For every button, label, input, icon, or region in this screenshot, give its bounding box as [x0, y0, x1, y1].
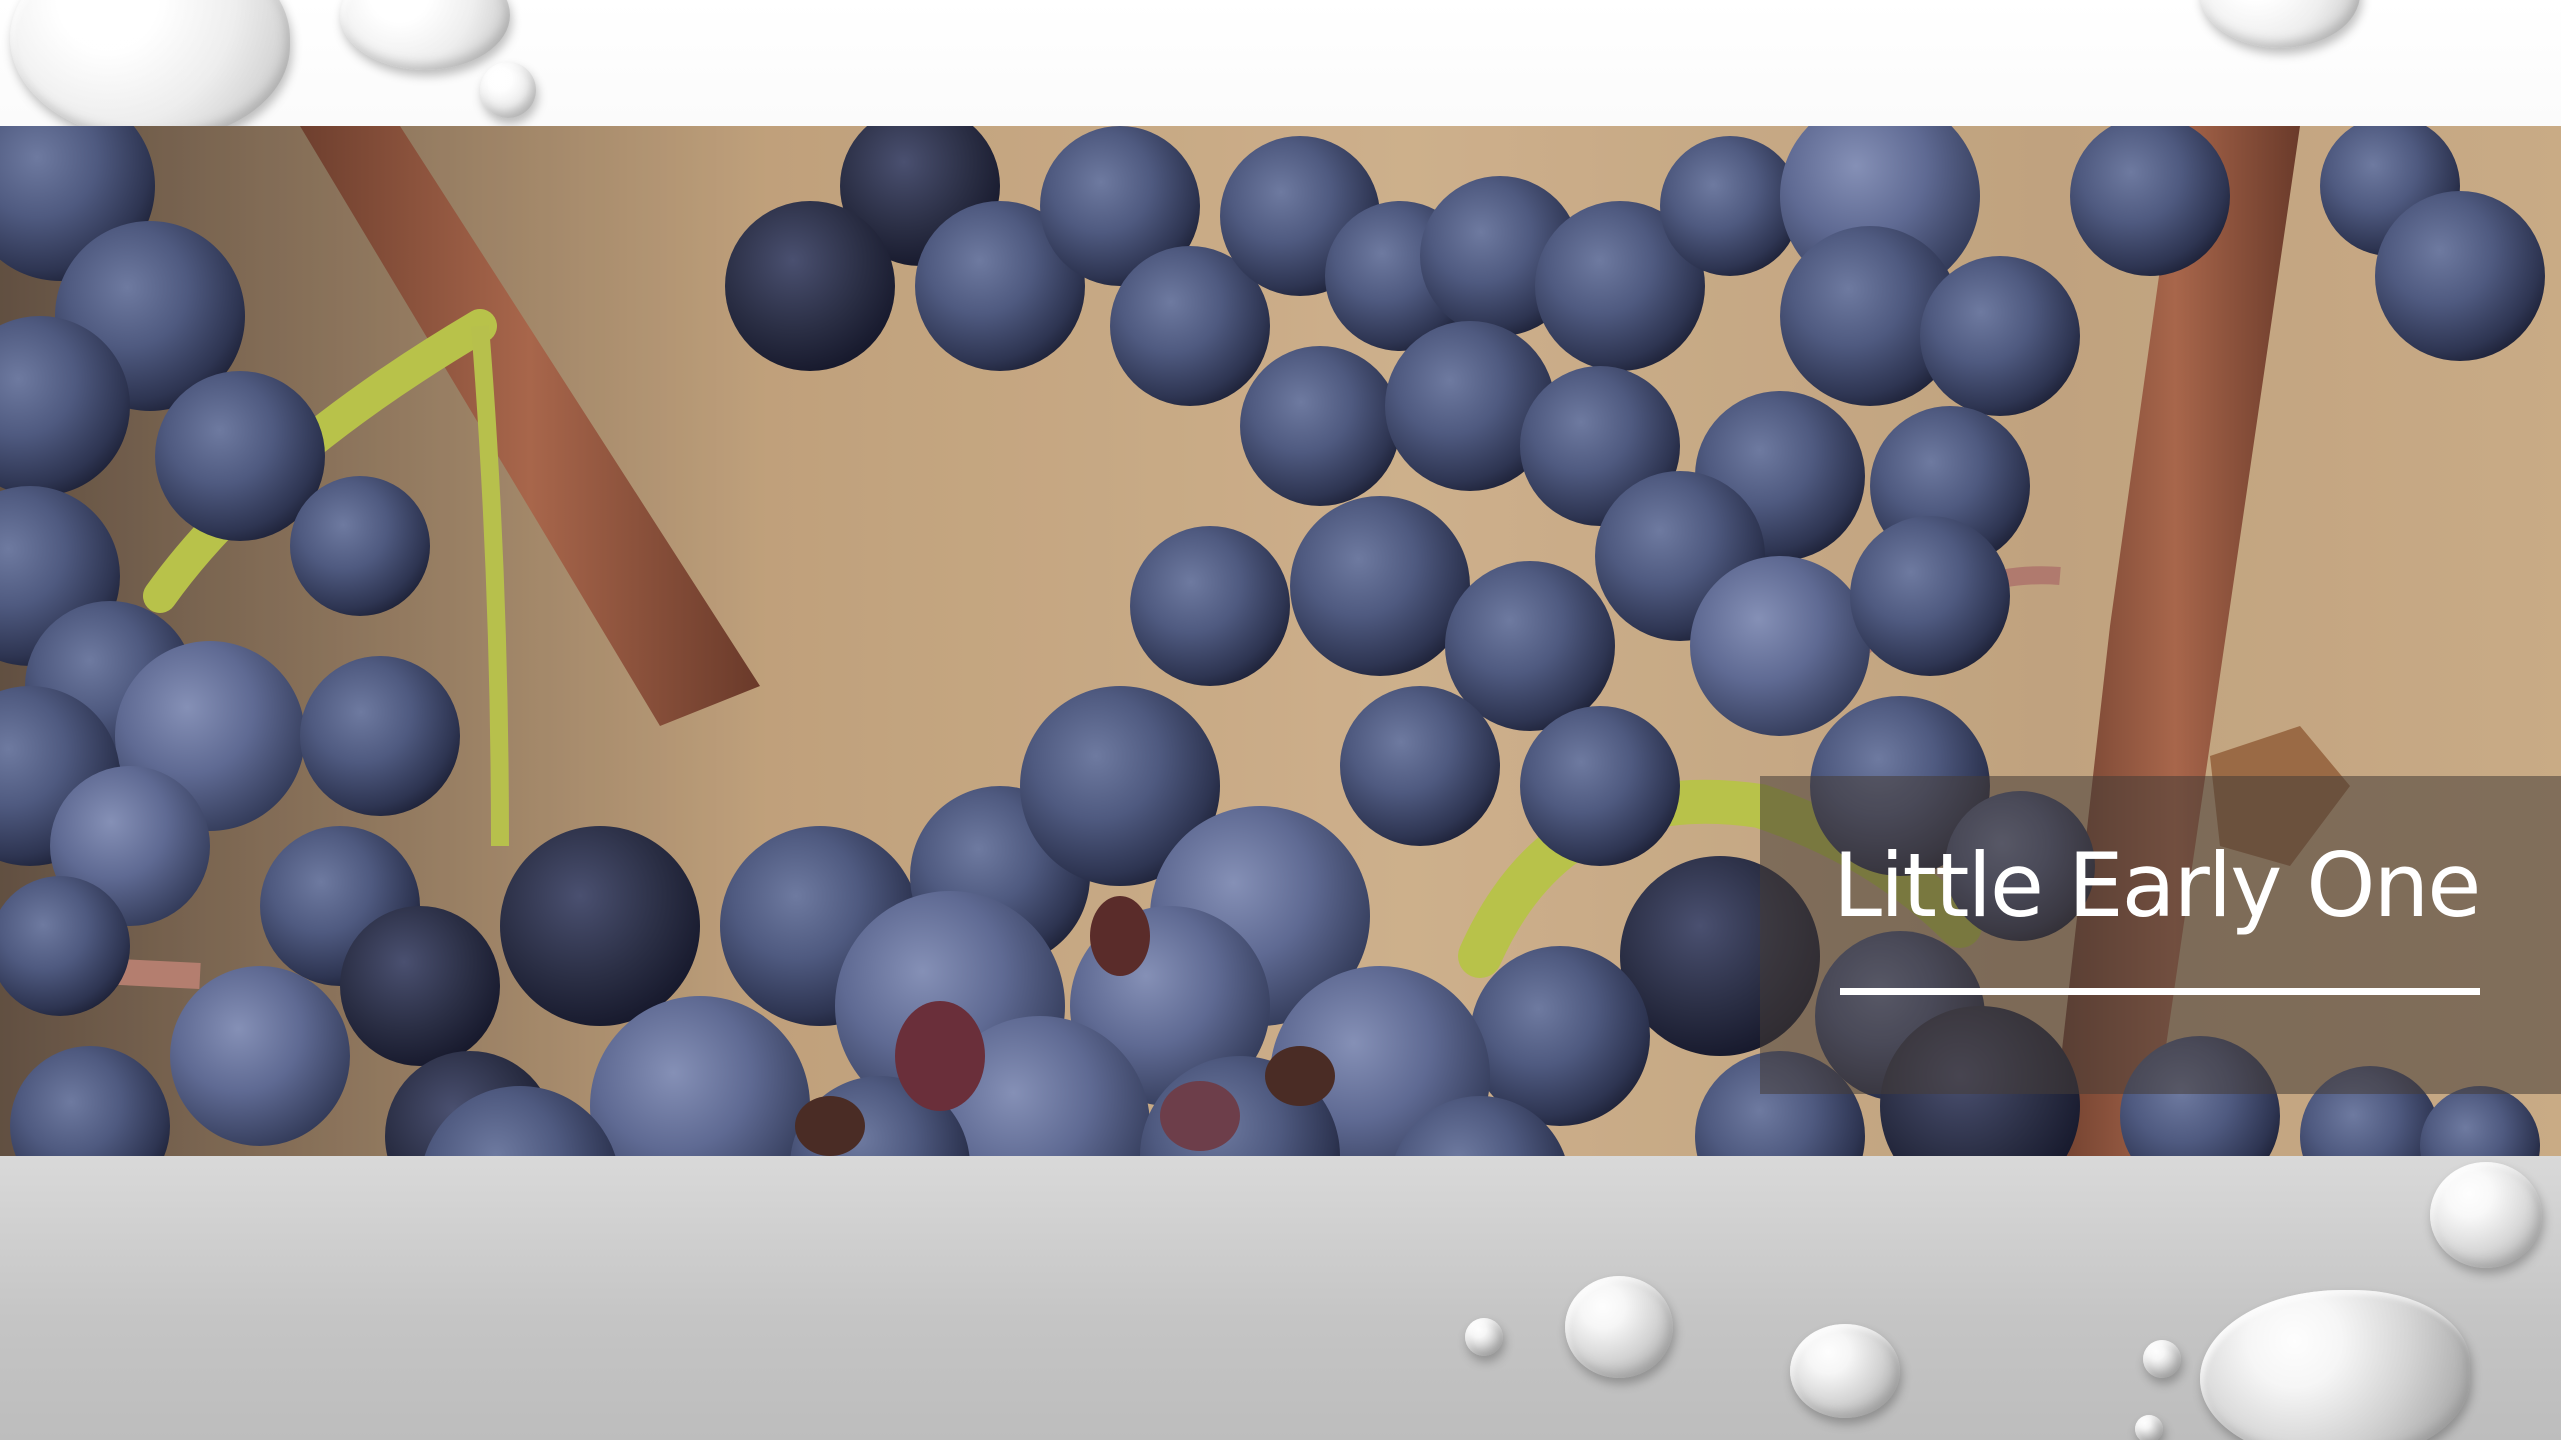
water-drop-icon	[10, 0, 290, 140]
water-drop-icon	[1565, 1276, 1673, 1378]
water-drop-icon	[480, 62, 536, 118]
water-drop-icon	[1790, 1324, 1900, 1418]
bottom-band	[0, 1156, 2561, 1440]
slide-title: Little Early One	[1833, 834, 2481, 937]
title-underline	[1840, 988, 2480, 995]
water-drop-icon	[2430, 1162, 2542, 1268]
slide: Little Early One	[0, 0, 2561, 1440]
water-drop-icon	[340, 0, 510, 70]
water-drop-icon	[2143, 1340, 2181, 1378]
water-drop-icon	[1465, 1318, 1503, 1356]
water-drop-icon	[2135, 1415, 2163, 1440]
water-drop-icon	[2200, 0, 2360, 48]
